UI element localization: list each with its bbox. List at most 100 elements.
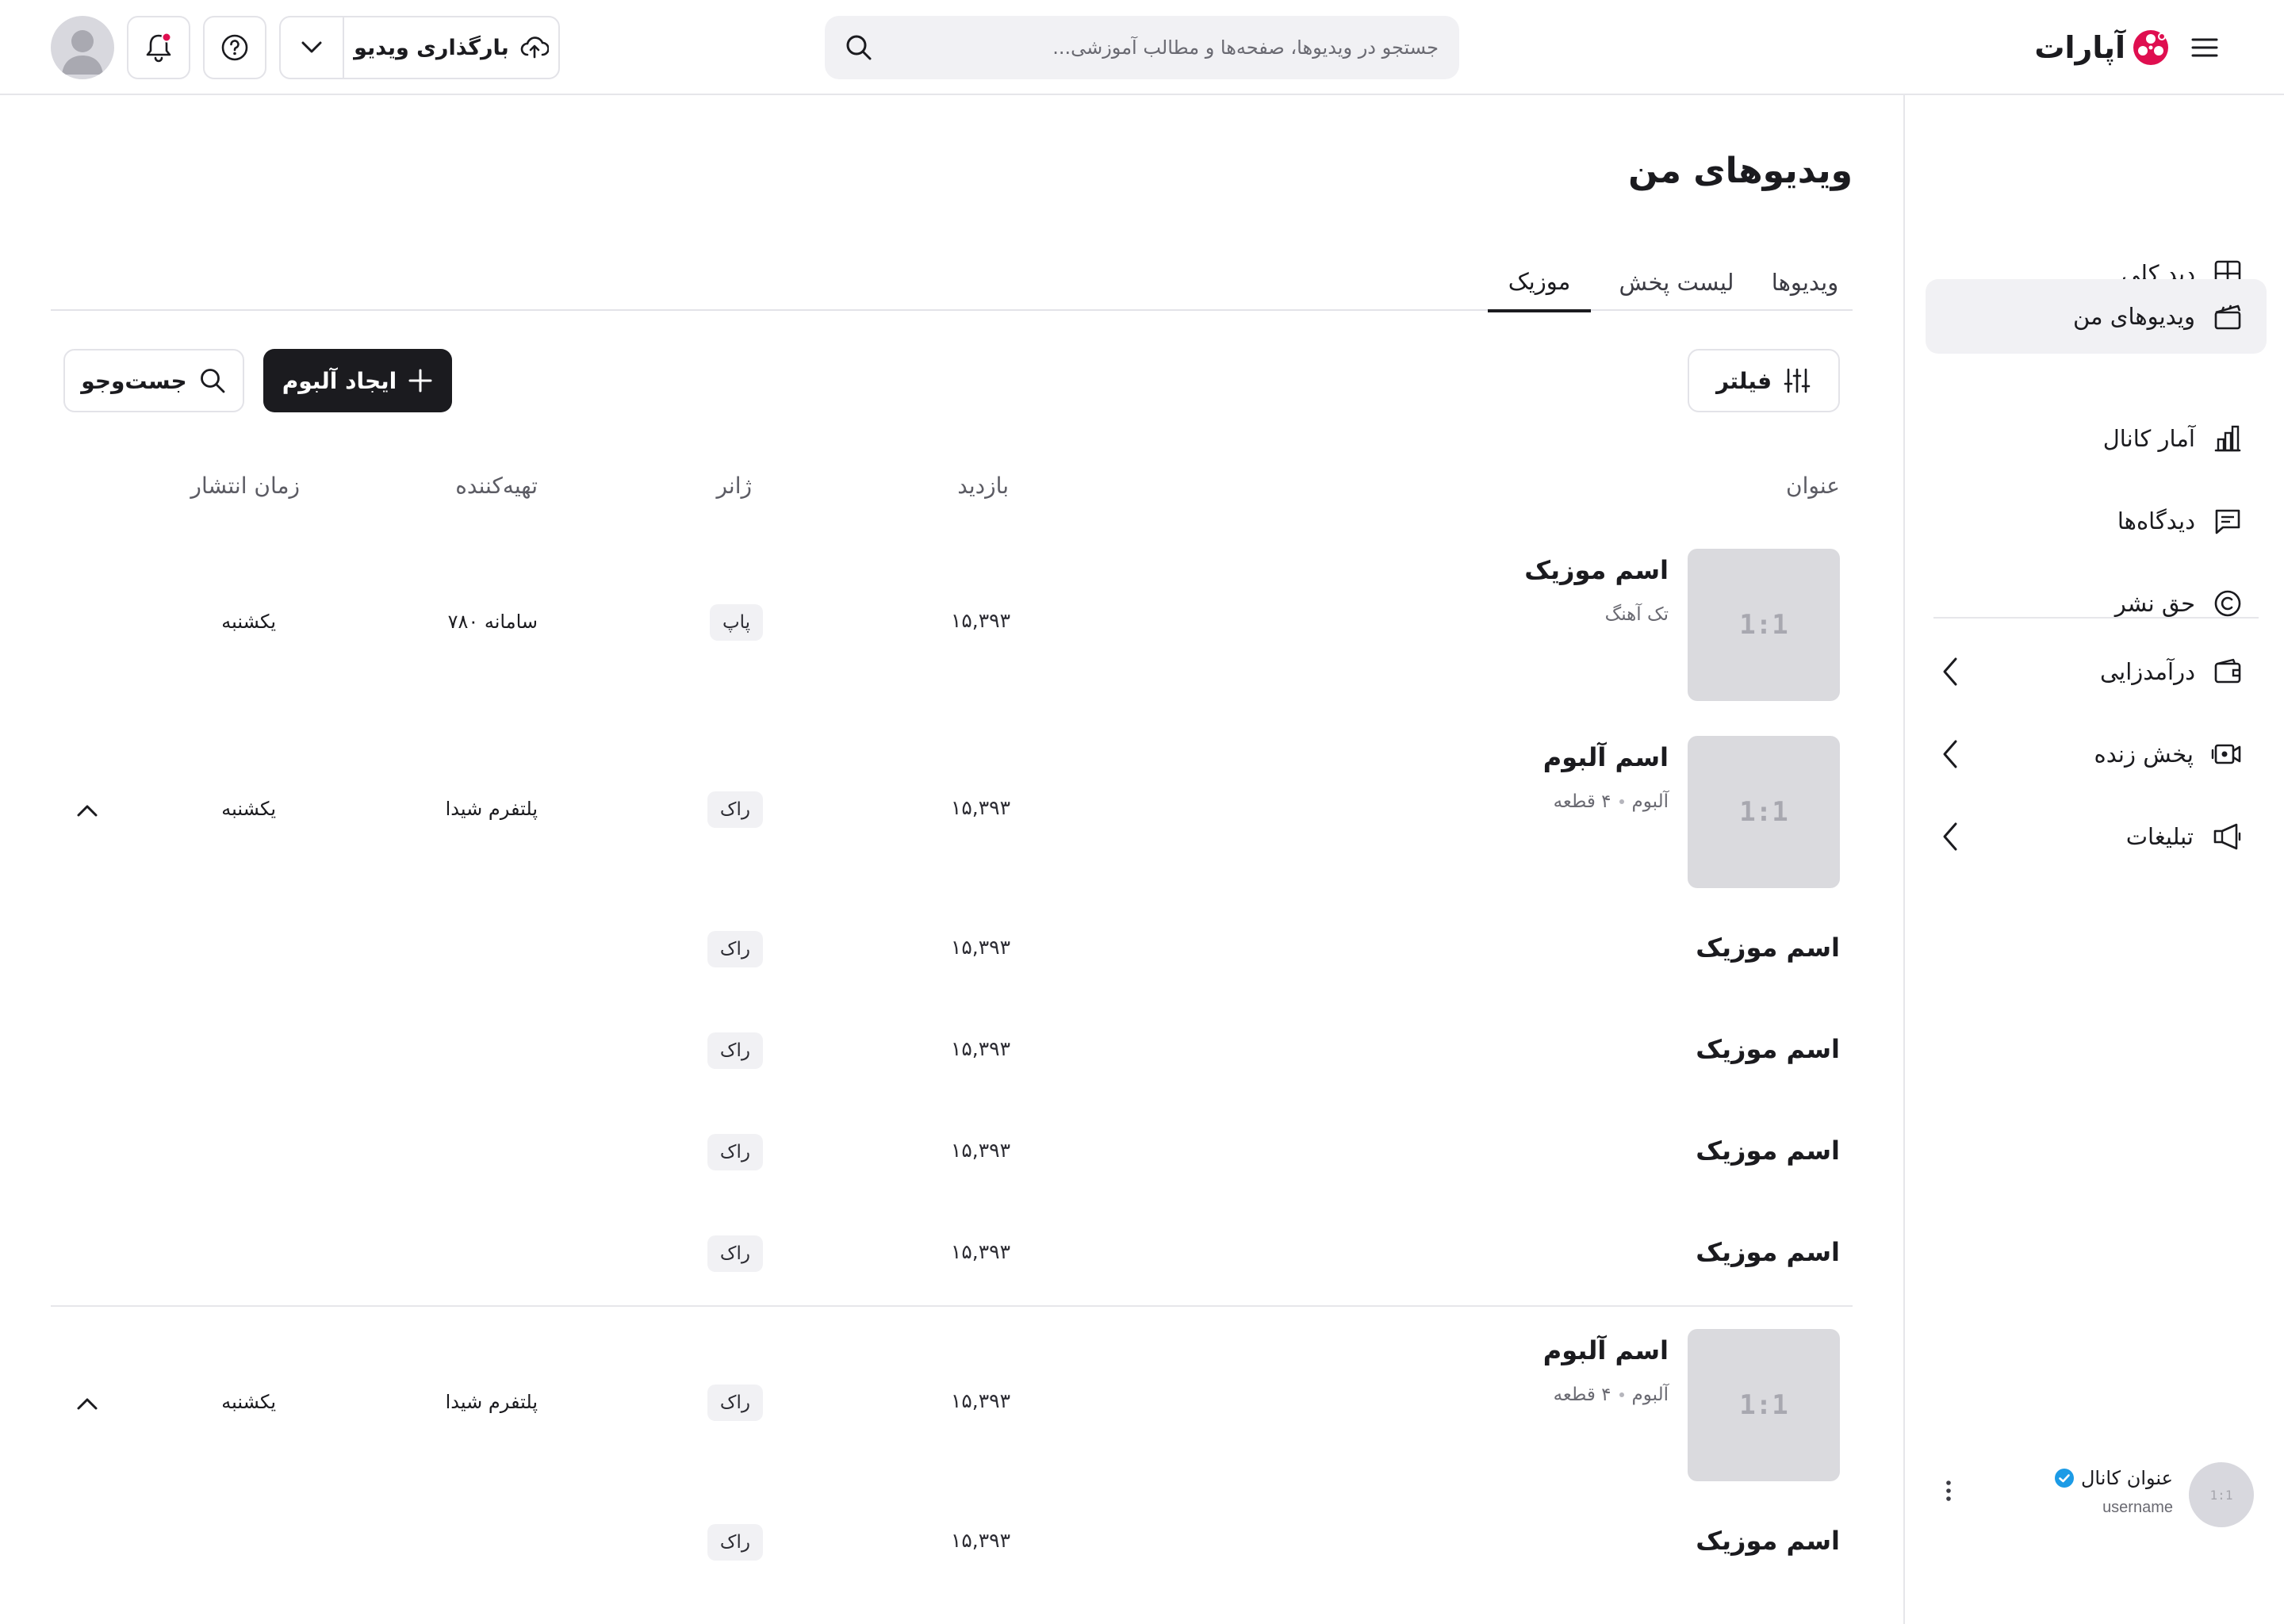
upload-video-label: بارگذاری ویدیو: [354, 35, 509, 60]
megaphone-icon: [2211, 822, 2243, 852]
sidebar-item-live[interactable]: پخش زنده: [1926, 717, 2267, 791]
user-avatar[interactable]: [51, 16, 114, 79]
aparat-logo[interactable]: آپارات: [2034, 22, 2170, 73]
tab-videos[interactable]: ویدیوها: [1753, 254, 1857, 311]
plus-icon: [408, 368, 433, 393]
producer-name: سامانه ۷۸۰: [447, 611, 538, 633]
channel-avatar: 1:1: [2189, 1462, 2254, 1527]
aparat-logo-icon: [2132, 29, 2170, 67]
more-vertical-icon[interactable]: [1937, 1475, 1960, 1507]
track-title[interactable]: اسم موزیک: [1696, 933, 1840, 963]
album-meta: آلبوم ۴ قطعه: [1554, 791, 1669, 812]
cloud-upload-icon: [520, 36, 549, 59]
column-header-genre: ژانر: [716, 473, 752, 499]
publish-date: یکشنبه: [221, 1391, 276, 1413]
genre-tag: راک: [707, 1235, 763, 1272]
view-count: ۱۵,۳۹۳: [950, 936, 1010, 959]
column-header-publish-time: زمان انتشار: [190, 473, 300, 499]
album-title[interactable]: اسم آلبوم: [1543, 1335, 1669, 1365]
genre-tag: راک: [707, 1524, 763, 1561]
album-track-count: ۴ قطعه: [1553, 791, 1611, 812]
sidebar-divider: [1933, 617, 2259, 619]
sidebar-item-label: دیدگاه‌ها: [2117, 508, 2195, 534]
chevron-left-icon[interactable]: [1941, 821, 1959, 852]
global-search-input[interactable]: [933, 36, 1440, 59]
genre-tag: پاپ: [709, 604, 763, 641]
clapperboard-icon: [2213, 301, 2243, 331]
chevron-up-icon[interactable]: [73, 1389, 102, 1418]
table-search-button[interactable]: جست‌وجو: [63, 349, 244, 412]
search-icon: [198, 366, 227, 395]
view-count: ۱۵,۳۹۳: [950, 609, 1010, 632]
track-title[interactable]: اسم موزیک: [1696, 1034, 1840, 1064]
sidebar-item-label: آمار کانال: [2102, 425, 2195, 452]
live-icon: [2211, 739, 2243, 769]
column-header-views: بازدید: [957, 473, 1009, 499]
view-count: ۱۵,۳۹۳: [950, 796, 1010, 819]
upload-video-group: بارگذاری ویدیو: [279, 16, 560, 79]
help-button[interactable]: [203, 16, 266, 79]
chevron-down-icon: [301, 40, 323, 55]
row-divider: [51, 1305, 1853, 1307]
column-header-producer: تهیه‌کننده: [455, 473, 538, 499]
album-track-count: ۴ قطعه: [1553, 1385, 1611, 1405]
wallet-icon: [2213, 657, 2243, 687]
view-count: ۱۵,۳۹۳: [950, 1529, 1010, 1552]
sidebar-item-monetization[interactable]: درآمدزایی: [1926, 634, 2267, 709]
track-title[interactable]: اسم موزیک: [1524, 555, 1669, 585]
notifications-button[interactable]: [127, 16, 190, 79]
genre-tag: راک: [707, 1385, 763, 1421]
album-meta: آلبوم ۴ قطعه: [1554, 1385, 1669, 1405]
sidebar-item-label: تبلیغات: [2125, 823, 2194, 850]
global-search-bar[interactable]: [825, 16, 1459, 79]
sidebar-item-channel-stats[interactable]: آمار کانال: [1926, 401, 2267, 476]
album-type: آلبوم: [1631, 1385, 1669, 1405]
verified-badge-icon: [2054, 1468, 2075, 1488]
view-count: ۱۵,۳۹۳: [950, 1240, 1010, 1263]
top-header: آپارات بارگذاری ویدیو: [0, 0, 2284, 95]
track-thumbnail: 1:1: [1688, 549, 1840, 701]
filter-label: فیلتر: [1715, 367, 1772, 394]
track-title[interactable]: اسم موزیک: [1696, 1526, 1840, 1556]
create-album-label: ایجاد آلبوم: [282, 367, 397, 394]
sidebar-item-ads[interactable]: تبلیغات: [1926, 799, 2267, 874]
album-title[interactable]: اسم آلبوم: [1543, 742, 1669, 772]
chevron-left-icon[interactable]: [1941, 656, 1959, 688]
sidebar-item-label: درآمدزایی: [2099, 658, 2195, 685]
column-header-title: عنوان: [1786, 473, 1840, 499]
upload-dropdown-toggle[interactable]: [281, 17, 343, 78]
track-title[interactable]: اسم موزیک: [1696, 1237, 1840, 1267]
table-search-label: جست‌وجو: [81, 367, 187, 394]
genre-tag: راک: [707, 931, 763, 967]
sidebar-item-comments[interactable]: دیدگاه‌ها: [1926, 484, 2267, 558]
hamburger-menu-icon[interactable]: [2186, 29, 2224, 67]
channel-username: username: [2102, 1499, 2173, 1516]
tab-music[interactable]: موزیک: [1488, 254, 1591, 312]
genre-tag: راک: [707, 1032, 763, 1069]
view-count: ۱۵,۳۹۳: [950, 1389, 1010, 1412]
genre-tag: راک: [707, 1134, 763, 1170]
sidebar-item-my-videos[interactable]: ویدیوهای من: [1926, 279, 2267, 354]
sidebar-item-copyright[interactable]: حق نشر: [1926, 566, 2267, 641]
copyright-icon: [2213, 588, 2243, 619]
album-type: آلبوم: [1631, 791, 1669, 812]
upload-video-button[interactable]: بارگذاری ویدیو: [343, 17, 558, 78]
tab-playlists[interactable]: لیست پخش: [1605, 254, 1748, 311]
logo-text: آپارات: [2034, 30, 2125, 65]
album-thumbnail: 1:1: [1688, 1329, 1840, 1481]
create-album-button[interactable]: ایجاد آلبوم: [263, 349, 452, 412]
sidebar-item-label: پخش زنده: [2094, 741, 2194, 768]
bell-icon: [144, 32, 174, 63]
producer-name: پلتفرم شیدا: [445, 1391, 538, 1413]
chevron-left-icon[interactable]: [1941, 738, 1959, 770]
chevron-up-icon[interactable]: [73, 796, 102, 825]
producer-name: پلتفرم شیدا: [445, 798, 538, 820]
sidebar-item-label: حق نشر: [2114, 590, 2195, 617]
filter-button[interactable]: فیلتر: [1688, 349, 1840, 412]
search-icon[interactable]: [844, 33, 874, 63]
track-title[interactable]: اسم موزیک: [1696, 1136, 1840, 1166]
content-tabs: ویدیوها لیست پخش موزیک: [51, 254, 1853, 312]
sidebar-item-label: ویدیوهای من: [2072, 303, 2195, 330]
channel-card[interactable]: 1:1 عنوان کانال username: [1937, 1443, 2270, 1538]
page-title: ویدیوهای من: [1628, 151, 1853, 191]
